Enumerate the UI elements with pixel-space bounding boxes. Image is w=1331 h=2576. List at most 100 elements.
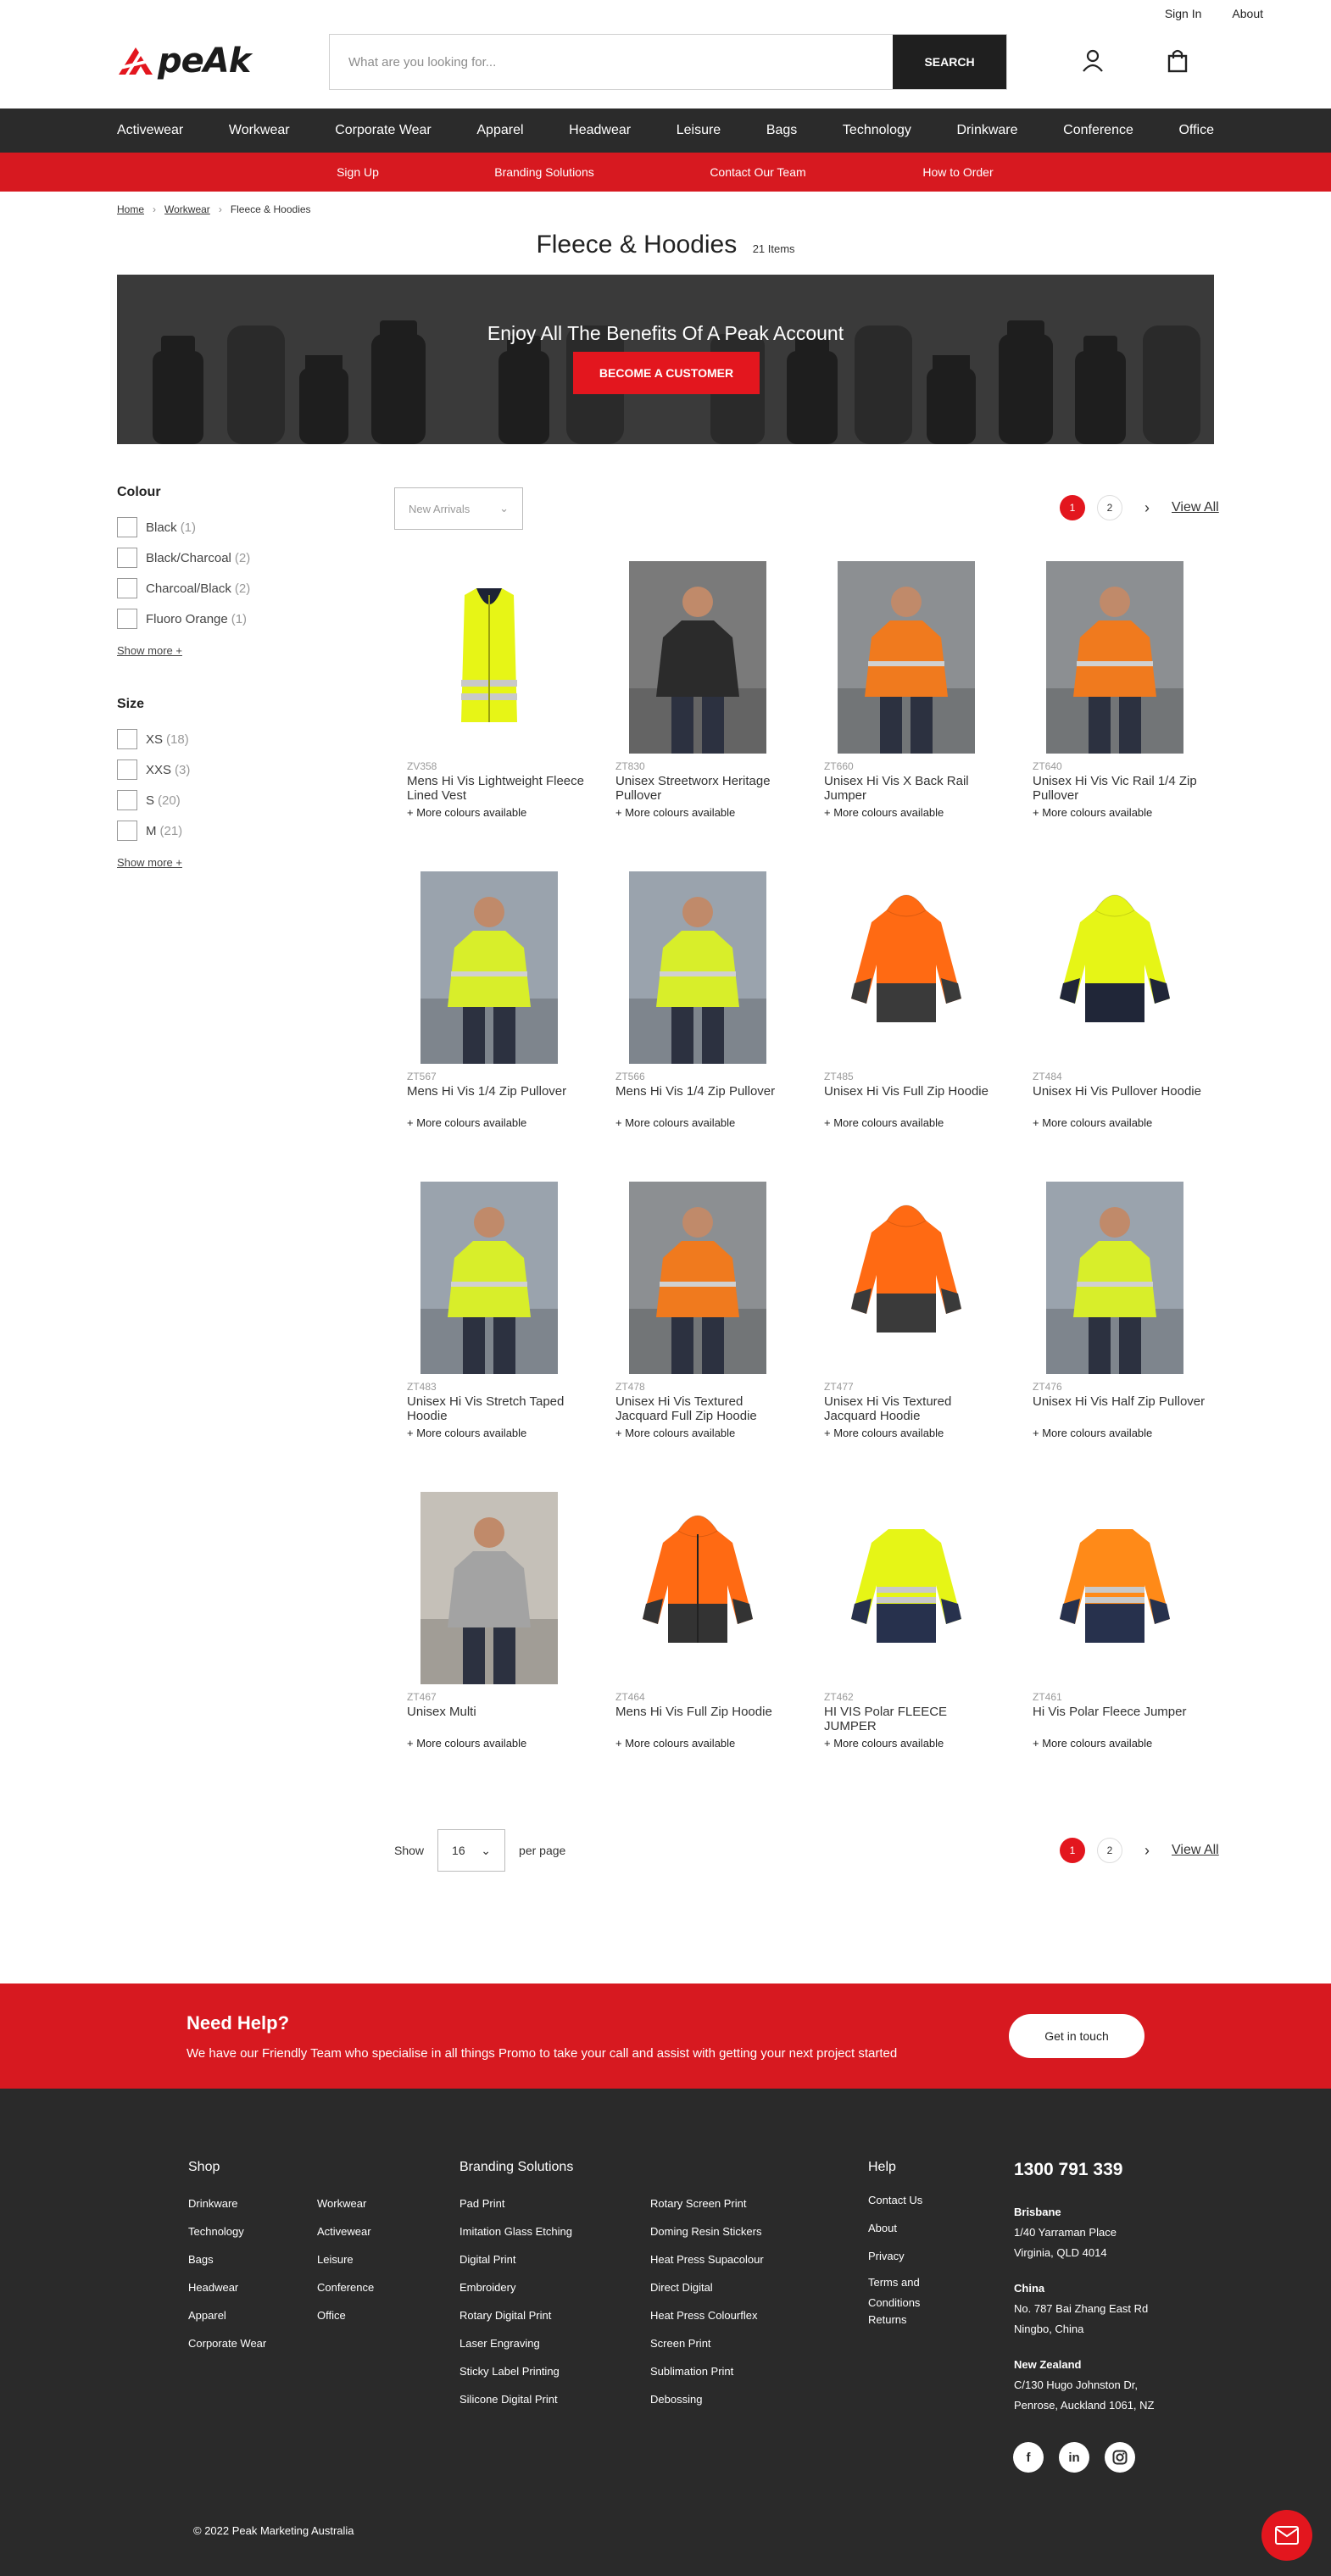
product-card[interactable]: ZT464 Mens Hi Vis Full Zip Hoodie + More c… bbox=[615, 1492, 794, 1750]
checkbox[interactable] bbox=[117, 790, 137, 810]
footer-link[interactable]: Heat Press Supacolour bbox=[650, 2253, 764, 2281]
more-colours-link[interactable]: + More colours available bbox=[407, 1116, 585, 1129]
footer-link[interactable]: Conference bbox=[317, 2281, 374, 2309]
product-card[interactable]: ZT640 Unisex Hi Vis Vic Rail 1/4 Zip Pull… bbox=[1033, 561, 1211, 819]
more-colours-link[interactable]: + More colours available bbox=[407, 1427, 585, 1439]
view-all-link[interactable]: View All bbox=[1172, 500, 1219, 515]
product-image[interactable] bbox=[629, 871, 766, 1064]
footer-link[interactable]: Direct Digital bbox=[650, 2281, 764, 2309]
product-name[interactable]: Unisex Hi Vis Vic Rail 1/4 Zip Pullover bbox=[1033, 774, 1211, 803]
product-image[interactable] bbox=[838, 561, 975, 754]
product-name[interactable]: Unisex Streetworx Heritage Pullover bbox=[615, 774, 794, 803]
product-name[interactable]: Unisex Hi Vis Pullover Hoodie bbox=[1033, 1084, 1211, 1113]
filter-colour-charcoal-black[interactable]: Charcoal/Black (2) bbox=[117, 573, 337, 604]
filter-size-xs[interactable]: XS (18) bbox=[117, 724, 337, 754]
view-all-link[interactable]: View All bbox=[1172, 1843, 1219, 1858]
breadcrumb-workwear[interactable]: Workwear bbox=[164, 203, 210, 215]
footer-link[interactable]: Debossing bbox=[650, 2393, 764, 2421]
product-image[interactable] bbox=[629, 1492, 766, 1684]
product-card[interactable]: ZT830 Unisex Streetworx Heritage Pullover… bbox=[615, 561, 794, 819]
footer-link[interactable]: Digital Print bbox=[459, 2253, 572, 2281]
subnav-how-to-order[interactable]: How to Order bbox=[922, 165, 993, 179]
sort-select[interactable]: New Arrivals ⌄ bbox=[394, 487, 523, 530]
product-name[interactable]: Mens Hi Vis 1/4 Zip Pullover bbox=[615, 1084, 794, 1113]
product-card[interactable]: ZT462 HI VIS Polar FLEECE JUMPER + More co… bbox=[824, 1492, 1002, 1750]
footer-link[interactable]: Screen Print bbox=[650, 2337, 764, 2365]
product-card[interactable]: ZT476 Unisex Hi Vis Half Zip Pullover + Mo… bbox=[1033, 1182, 1211, 1439]
footer-link[interactable]: Headwear bbox=[188, 2281, 266, 2309]
product-card[interactable]: ZT567 Mens Hi Vis 1/4 Zip Pullover + More … bbox=[407, 871, 585, 1129]
product-card[interactable]: ZT478 Unisex Hi Vis Textured Jacquard Ful… bbox=[615, 1182, 794, 1439]
breadcrumb-home[interactable]: Home bbox=[117, 203, 144, 215]
page-2-button[interactable]: 2 bbox=[1097, 1838, 1122, 1863]
nav-corporate-wear[interactable]: Corporate Wear bbox=[335, 123, 432, 138]
footer-link[interactable]: Rotary Digital Print bbox=[459, 2309, 572, 2337]
more-colours-link[interactable]: + More colours available bbox=[1033, 1427, 1211, 1439]
product-card[interactable]: ZT461 Hi Vis Polar Fleece Jumper + More co… bbox=[1033, 1492, 1211, 1750]
more-colours-link[interactable]: + More colours available bbox=[615, 1427, 794, 1439]
footer-link[interactable]: Terms and Conditions bbox=[868, 2273, 936, 2313]
product-image[interactable] bbox=[629, 1182, 766, 1374]
nav-workwear[interactable]: Workwear bbox=[229, 123, 290, 138]
sign-in-link[interactable]: Sign In bbox=[1165, 7, 1202, 20]
page-1-button[interactable]: 1 bbox=[1060, 495, 1085, 520]
product-image[interactable] bbox=[838, 1182, 975, 1374]
filter-size-m[interactable]: M (21) bbox=[117, 815, 337, 846]
footer-link[interactable]: Contact Us bbox=[868, 2194, 936, 2222]
product-card[interactable]: ZT477 Unisex Hi Vis Textured Jacquard Hoo… bbox=[824, 1182, 1002, 1439]
more-colours-link[interactable]: + More colours available bbox=[824, 1737, 1002, 1750]
filter-size-xxs[interactable]: XXS (3) bbox=[117, 754, 337, 785]
footer-link[interactable]: Leisure bbox=[317, 2253, 374, 2281]
more-colours-link[interactable]: + More colours available bbox=[615, 1116, 794, 1129]
product-name[interactable]: Mens Hi Vis 1/4 Zip Pullover bbox=[407, 1084, 585, 1113]
filter-colour-fluoro-orange[interactable]: Fluoro Orange (1) bbox=[117, 604, 337, 634]
subnav-contact-our-team[interactable]: Contact Our Team bbox=[710, 165, 805, 179]
product-name[interactable]: Hi Vis Polar Fleece Jumper bbox=[1033, 1705, 1211, 1733]
footer-link[interactable]: Corporate Wear bbox=[188, 2337, 266, 2365]
more-colours-link[interactable]: + More colours available bbox=[407, 806, 585, 819]
product-card[interactable]: ZT485 Unisex Hi Vis Full Zip Hoodie + More… bbox=[824, 871, 1002, 1129]
product-image[interactable] bbox=[838, 1492, 975, 1684]
product-name[interactable]: Unisex Hi Vis Textured Jacquard Hoodie bbox=[824, 1394, 1002, 1423]
checkbox[interactable] bbox=[117, 821, 137, 841]
checkbox[interactable] bbox=[117, 578, 137, 598]
chat-button[interactable] bbox=[1261, 2510, 1312, 2561]
page-2-button[interactable]: 2 bbox=[1097, 495, 1122, 520]
more-colours-link[interactable]: + More colours available bbox=[1033, 1737, 1211, 1750]
product-name[interactable]: HI VIS Polar FLEECE JUMPER bbox=[824, 1705, 1002, 1733]
footer-link[interactable]: About bbox=[868, 2222, 936, 2250]
bag-icon[interactable] bbox=[1165, 47, 1190, 73]
product-image[interactable] bbox=[1046, 871, 1183, 1064]
more-colours-link[interactable]: + More colours available bbox=[1033, 1116, 1211, 1129]
per-page-select[interactable]: 16 ⌄ bbox=[437, 1829, 506, 1872]
product-card[interactable]: ZT484 Unisex Hi Vis Pullover Hoodie + More… bbox=[1033, 871, 1211, 1129]
nav-bags[interactable]: Bags bbox=[766, 123, 797, 138]
more-colours-link[interactable]: + More colours available bbox=[824, 806, 1002, 819]
more-colours-link[interactable]: + More colours available bbox=[615, 806, 794, 819]
footer-link[interactable]: Apparel bbox=[188, 2309, 266, 2337]
filter-colour-black[interactable]: Black (1) bbox=[117, 512, 337, 542]
subnav-sign-up[interactable]: Sign Up bbox=[337, 165, 379, 179]
size-show-more-link[interactable]: Show more + bbox=[117, 856, 337, 869]
product-card[interactable]: ZV358 Mens Hi Vis Lightweight Fleece Line… bbox=[407, 561, 585, 819]
footer-link[interactable]: Doming Resin Stickers bbox=[650, 2225, 764, 2253]
nav-drinkware[interactable]: Drinkware bbox=[957, 123, 1018, 138]
nav-headwear[interactable]: Headwear bbox=[569, 123, 631, 138]
nav-technology[interactable]: Technology bbox=[843, 123, 911, 138]
nav-office[interactable]: Office bbox=[1178, 123, 1214, 138]
nav-leisure[interactable]: Leisure bbox=[677, 123, 721, 138]
product-card[interactable]: ZT566 Mens Hi Vis 1/4 Zip Pullover + More … bbox=[615, 871, 794, 1129]
product-image[interactable] bbox=[1046, 1182, 1183, 1374]
product-name[interactable]: Mens Hi Vis Full Zip Hoodie bbox=[615, 1705, 794, 1733]
footer-link[interactable]: Technology bbox=[188, 2225, 266, 2253]
footer-link[interactable]: Rotary Screen Print bbox=[650, 2197, 764, 2225]
more-colours-link[interactable]: + More colours available bbox=[1033, 806, 1211, 819]
product-name[interactable]: Unisex Hi Vis Half Zip Pullover bbox=[1033, 1394, 1211, 1423]
get-in-touch-button[interactable]: Get in touch bbox=[1009, 2014, 1144, 2058]
checkbox[interactable] bbox=[117, 759, 137, 780]
colour-show-more-link[interactable]: Show more + bbox=[117, 644, 337, 657]
product-image[interactable] bbox=[629, 561, 766, 754]
search-button[interactable]: SEARCH bbox=[893, 35, 1006, 89]
more-colours-link[interactable]: + More colours available bbox=[824, 1427, 1002, 1439]
facebook-icon[interactable]: f bbox=[1013, 2442, 1044, 2473]
